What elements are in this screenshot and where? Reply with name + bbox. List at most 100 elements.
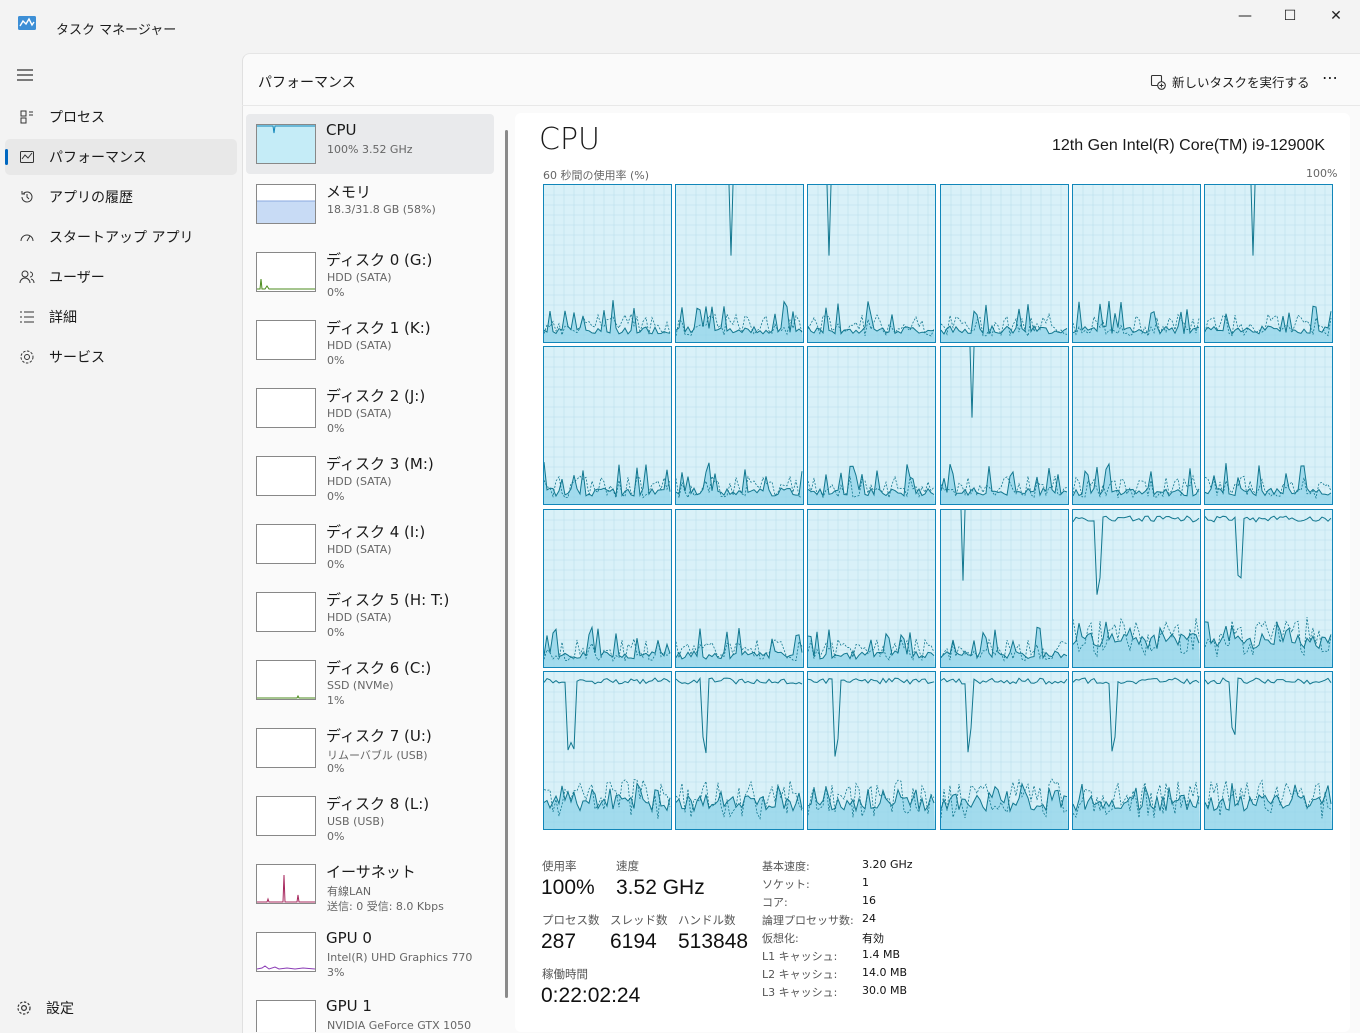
device-name: ディスク 4 (I:): [326, 523, 426, 541]
spec-value: 24: [862, 912, 876, 925]
device-subtitle: USB (USB): [327, 815, 385, 828]
device-thumbnail-graph: [256, 592, 316, 632]
nav-item-5[interactable]: 詳細: [5, 299, 237, 335]
device-name: ディスク 3 (M:): [326, 455, 434, 473]
spec-key: 基本速度:: [762, 860, 810, 873]
logical-processor-graph: [1072, 671, 1201, 830]
graph-max-label: 100%: [1306, 167, 1338, 180]
logical-processor-graph: [807, 346, 936, 505]
threads-label: スレッド数: [610, 913, 668, 927]
title-bar: タスク マネージャー — ☐ ✕: [0, 0, 1360, 40]
device-thumbnail-graph: [256, 252, 316, 292]
run-task-icon: [1150, 74, 1166, 90]
active-indicator: [5, 149, 8, 165]
device-subtitle: HDD (SATA): [327, 271, 392, 284]
device-thumbnail-graph: [256, 1000, 316, 1032]
device-item[interactable]: ディスク 2 (J:) HDD (SATA) 0%: [246, 378, 494, 438]
minimize-button[interactable]: —: [1222, 0, 1268, 32]
task-manager-app-icon: [18, 16, 36, 30]
nav-item-3[interactable]: スタートアップ アプリ: [5, 219, 237, 255]
logical-processor-graph: [1204, 346, 1333, 505]
device-name: ディスク 0 (G:): [326, 251, 433, 269]
spec-key: 仮想化:: [762, 932, 799, 945]
logical-processor-graph: [940, 509, 1069, 668]
nav-item-1[interactable]: パフォーマンス: [5, 139, 237, 175]
startup-icon: [5, 229, 49, 245]
nav-item-label: パフォーマンス: [49, 150, 147, 166]
device-subtitle: 有線LAN: [327, 885, 372, 898]
logical-processor-graph: [1204, 184, 1333, 343]
device-thumbnail-graph: [256, 864, 316, 904]
device-name: GPU 0: [326, 929, 372, 947]
logical-processor-graph: [807, 671, 936, 830]
device-item[interactable]: イーサネット 有線LAN 送信: 0 受信: 8.0 Kbps: [246, 854, 494, 914]
device-item[interactable]: ディスク 8 (L:) USB (USB) 0%: [246, 786, 494, 846]
device-item[interactable]: GPU 0 Intel(R) UHD Graphics 770 3%: [246, 922, 494, 982]
device-subtitle: NVIDIA GeForce GTX 1050: [327, 1019, 472, 1032]
device-name: ディスク 5 (H: T:): [326, 591, 450, 609]
spec-key: ソケット:: [762, 878, 810, 891]
close-button[interactable]: ✕: [1313, 0, 1359, 32]
page-title: パフォーマンス: [258, 75, 356, 91]
device-thumbnail-graph: [256, 388, 316, 428]
logical-processor-graph: [1204, 671, 1333, 830]
device-subtitle: SSD (NVMe): [327, 679, 394, 692]
nav-item-0[interactable]: プロセス: [5, 99, 237, 135]
device-item[interactable]: ディスク 1 (K:) HDD (SATA) 0%: [246, 310, 494, 370]
device-item[interactable]: ディスク 3 (M:) HDD (SATA) 0%: [246, 446, 494, 506]
nav-item-6[interactable]: サービス: [5, 339, 237, 375]
run-new-task-button[interactable]: 新しいタスクを実行する: [1150, 72, 1310, 91]
device-list-scrollbar[interactable]: [505, 130, 508, 998]
logical-processor-graph: [1072, 346, 1201, 505]
device-item[interactable]: CPU 100% 3.52 GHz: [246, 114, 494, 174]
spec-value: 16: [862, 894, 876, 907]
device-usage: 0%: [327, 422, 345, 435]
logical-processor-graph: [1072, 509, 1201, 668]
device-list: CPU 100% 3.52 GHz メモリ 18.3/31.8 GB (58%) ディス…: [242, 106, 507, 1032]
settings-label: 設定: [46, 1001, 74, 1017]
device-subtitle: HDD (SATA): [327, 543, 392, 556]
device-usage: 0%: [327, 286, 345, 299]
processes-value: 287: [541, 930, 577, 953]
logical-processor-graph: [543, 671, 672, 830]
logical-processor-graph: [675, 671, 804, 830]
more-options-button[interactable]: ⋯: [1322, 68, 1339, 87]
device-item[interactable]: ディスク 0 (G:) HDD (SATA) 0%: [246, 242, 494, 302]
device-name: GPU 1: [326, 997, 372, 1015]
graph-caption: 60 秒間の使用率 (%): [543, 169, 650, 182]
logical-processor-graph: [543, 184, 672, 343]
spec-value: 有効: [862, 932, 884, 945]
gear-icon: [17, 1001, 31, 1015]
performance-icon: [5, 149, 49, 165]
maximize-button[interactable]: ☐: [1267, 0, 1313, 32]
spec-value: 1: [862, 876, 869, 889]
device-item[interactable]: ディスク 6 (C:) SSD (NVMe) 1%: [246, 650, 494, 710]
device-name: ディスク 1 (K:): [326, 319, 431, 337]
logical-processor-graph: [543, 509, 672, 668]
spec-value: 30.0 MB: [862, 984, 908, 997]
logical-processor-graph: [940, 346, 1069, 505]
device-usage: 3%: [327, 966, 345, 979]
logical-processor-graph: [675, 184, 804, 343]
device-name: ディスク 2 (J:): [326, 387, 426, 405]
device-subtitle: リムーバブル (USB): [327, 749, 428, 762]
usage-value: 100%: [541, 876, 595, 899]
device-usage: 1%: [327, 694, 345, 707]
details-icon: [5, 309, 49, 325]
nav-item-4[interactable]: ユーザー: [5, 259, 237, 295]
logical-processor-graph: [1072, 184, 1201, 343]
device-subtitle: Intel(R) UHD Graphics 770: [327, 951, 473, 964]
device-item[interactable]: ディスク 4 (I:) HDD (SATA) 0%: [246, 514, 494, 574]
device-item[interactable]: ディスク 5 (H: T:) HDD (SATA) 0%: [246, 582, 494, 642]
device-item[interactable]: ディスク 7 (U:) リムーバブル (USB) 0%: [246, 718, 494, 778]
menu-toggle-button[interactable]: [16, 66, 36, 86]
device-subtitle: 100% 3.52 GHz: [327, 143, 413, 156]
logical-processor-graph: [675, 346, 804, 505]
device-item[interactable]: GPU 1NVIDIA GeForce GTX 10500%: [246, 990, 494, 1032]
spec-key: L2 キャッシュ:: [762, 968, 838, 981]
nav-item-label: サービス: [49, 350, 105, 366]
settings-button[interactable]: 設定: [16, 998, 74, 1018]
device-item[interactable]: メモリ 18.3/31.8 GB (58%): [246, 174, 494, 234]
services-icon: [5, 349, 49, 365]
nav-item-2[interactable]: アプリの履歴: [5, 179, 237, 215]
